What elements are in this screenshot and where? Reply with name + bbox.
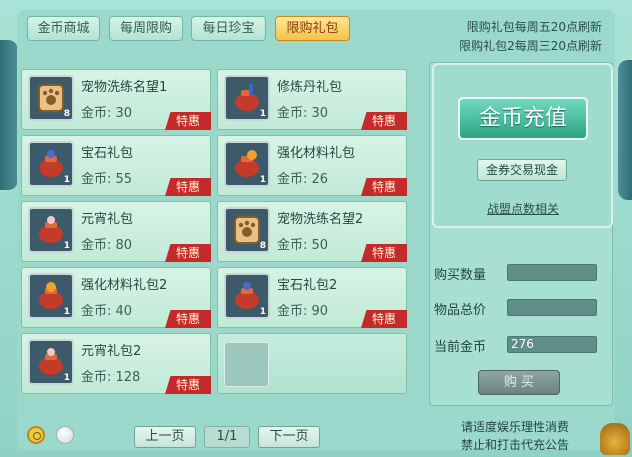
shop-item[interactable]: 1 元宵礼包 金币: 80 特惠 bbox=[21, 201, 211, 262]
sale-badge: 特惠 bbox=[165, 376, 211, 394]
shop-item[interactable]: 1 宝石礼包2 金币: 90 特惠 bbox=[217, 267, 407, 328]
current-gold-label: 当前金币 bbox=[434, 340, 487, 355]
tab-gold-mall[interactable]: 金币商城 bbox=[27, 16, 100, 41]
item-price: 金币: 90 bbox=[277, 304, 329, 319]
item-price: 金币: 30 bbox=[277, 106, 329, 121]
refresh-notice: 限购礼包每周五20点刷新 限购礼包2每周三20点刷新 bbox=[402, 18, 602, 56]
shop-item[interactable]: 1 元宵礼包2 金币: 128 特惠 bbox=[21, 333, 211, 394]
item-price: 金币: 40 bbox=[81, 304, 133, 319]
right-side-decoration bbox=[618, 60, 632, 200]
prev-page-button[interactable]: 上一页 bbox=[134, 426, 196, 448]
footer-notice: 请适度娱乐理性消费 禁止和打击代充公告 bbox=[445, 418, 585, 454]
total-price-label: 物品总价 bbox=[434, 303, 487, 318]
pet-token-icon: 8 bbox=[224, 207, 270, 253]
shop-item[interactable]: 1 强化材料礼包2 金币: 40 特惠 bbox=[21, 267, 211, 328]
item-price: 金币: 50 bbox=[277, 238, 329, 253]
item-name: 宝石礼包2 bbox=[277, 278, 338, 293]
tab-daily-treasure[interactable]: 每日珍宝 bbox=[191, 16, 266, 41]
white-circle-icon[interactable] bbox=[56, 426, 74, 444]
item-name: 宠物洗练名望2 bbox=[277, 212, 364, 227]
magnifier-icon[interactable] bbox=[27, 426, 45, 444]
item-quantity: 1 bbox=[63, 175, 70, 185]
gift-bag-icon: 1 bbox=[224, 75, 270, 121]
left-side-decoration bbox=[0, 40, 18, 190]
gift-bag-icon: 1 bbox=[224, 141, 270, 187]
page-indicator: 1/1 bbox=[204, 426, 250, 448]
sale-badge: 特惠 bbox=[165, 178, 211, 196]
next-page-button[interactable]: 下一页 bbox=[258, 426, 320, 448]
item-quantity: 1 bbox=[259, 175, 266, 185]
item-quantity: 1 bbox=[259, 307, 266, 317]
item-quantity: 1 bbox=[63, 373, 70, 383]
tab-weekly-limited[interactable]: 每周限购 bbox=[109, 16, 183, 41]
gift-bag-icon: 1 bbox=[224, 273, 270, 319]
item-name: 元宵礼包 bbox=[81, 212, 134, 227]
sale-badge: 特惠 bbox=[165, 112, 211, 130]
sale-badge: 特惠 bbox=[361, 244, 407, 262]
empty-slot-placeholder bbox=[224, 342, 269, 387]
item-name: 强化材料礼包 bbox=[277, 146, 356, 161]
item-name: 宠物洗练名望1 bbox=[81, 80, 168, 95]
gift-bag-icon: 1 bbox=[28, 141, 74, 187]
item-quantity: 1 bbox=[63, 307, 70, 317]
item-name: 修炼丹礼包 bbox=[277, 80, 343, 95]
item-name: 元宵礼包2 bbox=[81, 344, 142, 359]
item-price: 金币: 80 bbox=[81, 238, 133, 253]
sale-badge: 特惠 bbox=[361, 310, 407, 328]
buy-button[interactable]: 购 买 bbox=[478, 370, 560, 395]
item-quantity: 1 bbox=[259, 109, 266, 119]
gift-bag-icon: 1 bbox=[28, 273, 74, 319]
refresh-notice-line-2: 限购礼包2每周三20点刷新 bbox=[459, 39, 602, 53]
gift-bag-icon: 1 bbox=[28, 339, 74, 385]
gold-recharge-button[interactable]: 金币充值 bbox=[458, 97, 588, 140]
sale-badge: 特惠 bbox=[361, 112, 407, 130]
shop-item[interactable]: 8 宠物洗练名望1 金币: 30 特惠 bbox=[21, 69, 211, 130]
treasure-chest-icon[interactable] bbox=[600, 423, 630, 455]
tab-limited-gift-pack[interactable]: 限购礼包 bbox=[275, 16, 350, 41]
empty-item-slot bbox=[217, 333, 407, 394]
item-name: 强化材料礼包2 bbox=[81, 278, 168, 293]
refresh-notice-line-1: 限购礼包每周五20点刷新 bbox=[466, 20, 602, 34]
alliance-points-link[interactable]: 战盟点数相关 bbox=[478, 200, 568, 217]
sale-badge: 特惠 bbox=[361, 178, 407, 196]
item-price: 金币: 55 bbox=[81, 172, 133, 187]
buy-quantity-label: 购买数量 bbox=[434, 268, 487, 283]
item-price: 金币: 26 bbox=[277, 172, 329, 187]
footer-notice-line-2[interactable]: 禁止和打击代充公告 bbox=[445, 436, 585, 454]
item-quantity: 8 bbox=[63, 109, 70, 119]
pet-token-icon: 8 bbox=[28, 75, 74, 121]
sale-badge: 特惠 bbox=[165, 244, 211, 262]
item-name: 宝石礼包 bbox=[81, 146, 134, 161]
item-price: 金币: 128 bbox=[81, 370, 141, 385]
buy-quantity-field[interactable] bbox=[507, 264, 597, 281]
current-gold-field: 276 bbox=[507, 336, 597, 353]
shop-item[interactable]: 1 宝石礼包 金币: 55 特惠 bbox=[21, 135, 211, 196]
shop-item[interactable]: 1 强化材料礼包 金币: 26 特惠 bbox=[217, 135, 407, 196]
footer-notice-line-1: 请适度娱乐理性消费 bbox=[460, 420, 569, 434]
shop-item[interactable]: 1 修炼丹礼包 金币: 30 特惠 bbox=[217, 69, 407, 130]
voucher-exchange-button[interactable]: 金券交易现金 bbox=[477, 159, 567, 181]
total-price-field bbox=[507, 299, 597, 316]
sale-badge: 特惠 bbox=[165, 310, 211, 328]
item-quantity: 8 bbox=[259, 241, 266, 251]
item-quantity: 1 bbox=[63, 241, 70, 251]
gift-bag-icon: 1 bbox=[28, 207, 74, 253]
shop-item[interactable]: 8 宠物洗练名望2 金币: 50 特惠 bbox=[217, 201, 407, 262]
item-price: 金币: 30 bbox=[81, 106, 133, 121]
